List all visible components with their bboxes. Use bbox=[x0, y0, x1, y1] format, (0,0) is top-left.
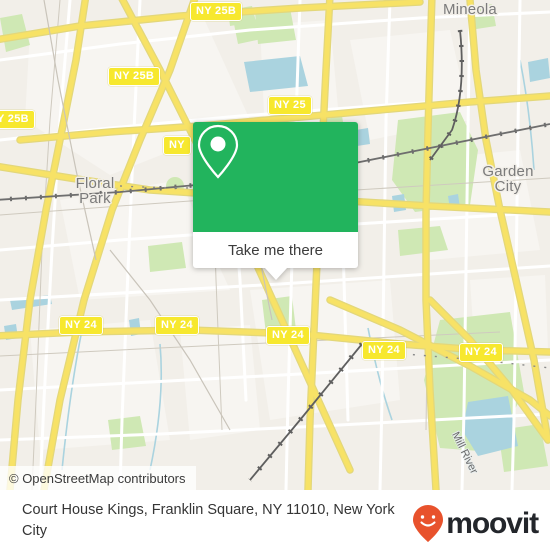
shield-ny-25b-top[interactable]: NY 25B bbox=[190, 2, 243, 21]
place-title: Court House Kings, Franklin Square, NY 1… bbox=[22, 502, 395, 539]
map-result-page: Mineola Floral Park Garden City Mill Riv… bbox=[0, 0, 550, 550]
osm-attribution[interactable]: © OpenStreetMap contributors bbox=[0, 466, 196, 490]
city-label-garden-city: Garden City bbox=[482, 163, 534, 195]
shield-ny-24-a[interactable]: NY 24 bbox=[59, 316, 103, 335]
shield-ny-24-d[interactable]: NY 24 bbox=[362, 341, 406, 360]
shield-ny-24-e[interactable]: NY 24 bbox=[459, 343, 503, 362]
destination-popup[interactable]: Take me there bbox=[193, 122, 358, 280]
take-me-there-label: Take me there bbox=[227, 241, 324, 259]
shield-ny-25b-left2[interactable]: NY 25B bbox=[108, 67, 161, 86]
shield-ny-24-b[interactable]: NY 24 bbox=[155, 316, 199, 335]
map-pin-icon bbox=[197, 124, 239, 179]
city-label-mineola: Mineola bbox=[443, 1, 497, 18]
city-label-floral-park: Floral Park bbox=[75, 175, 115, 207]
popup-tail bbox=[264, 268, 287, 280]
shield-ny-24-c[interactable]: NY 24 bbox=[266, 326, 310, 345]
shield-ny-25b-edge[interactable]: Y 25B bbox=[0, 110, 35, 129]
result-footer: Court House Kings, Franklin Square, NY 1… bbox=[0, 490, 550, 550]
shield-ny-25[interactable]: NY 25 bbox=[268, 96, 312, 115]
moovit-pin-icon bbox=[413, 505, 444, 542]
map-canvas[interactable]: Mineola Floral Park Garden City Mill Riv… bbox=[0, 0, 550, 490]
osm-attribution-text: © OpenStreetMap contributors bbox=[9, 470, 186, 486]
popup-header bbox=[193, 122, 358, 232]
take-me-there-button[interactable]: Take me there bbox=[193, 232, 358, 268]
shield-ny-hidden[interactable]: NY bbox=[163, 136, 191, 155]
moovit-logo[interactable]: moovit bbox=[411, 504, 539, 544]
moovit-wordmark: moovit bbox=[446, 507, 539, 540]
